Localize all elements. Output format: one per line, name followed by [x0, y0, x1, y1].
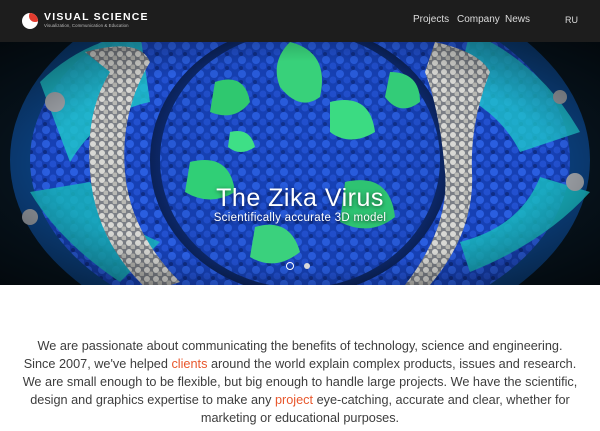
top-navbar: VISUAL SCIENCE Visualization, Communicat…	[0, 0, 600, 42]
brand-name: VISUAL SCIENCE	[44, 11, 149, 23]
nav-projects-link[interactable]: Projects	[413, 14, 449, 25]
brand-logo[interactable]: VISUAL SCIENCE Visualization, Communicat…	[22, 12, 149, 29]
virus-illustration	[0, 42, 600, 285]
logo-icon	[22, 13, 38, 29]
clients-link[interactable]: clients	[171, 357, 207, 371]
brand-tagline: Visualization, Communication & Education	[44, 23, 129, 28]
hero-subtitle: Scientifically accurate 3D model	[213, 212, 387, 224]
hero-slider[interactable]: The Zika Virus Scientifically accurate 3…	[0, 42, 600, 285]
project-link[interactable]: project	[275, 393, 313, 407]
nav-news-link[interactable]: News	[505, 14, 530, 25]
intro-paragraph: We are passionate about communicating th…	[20, 337, 580, 427]
slider-dot-2[interactable]	[304, 263, 310, 269]
hero-title: The Zika Virus	[216, 184, 384, 212]
slider-dots	[286, 262, 310, 270]
language-switch-link[interactable]: RU	[565, 15, 578, 25]
slider-dot-1[interactable]	[286, 262, 294, 270]
nav-company-link[interactable]: Company	[457, 14, 500, 25]
